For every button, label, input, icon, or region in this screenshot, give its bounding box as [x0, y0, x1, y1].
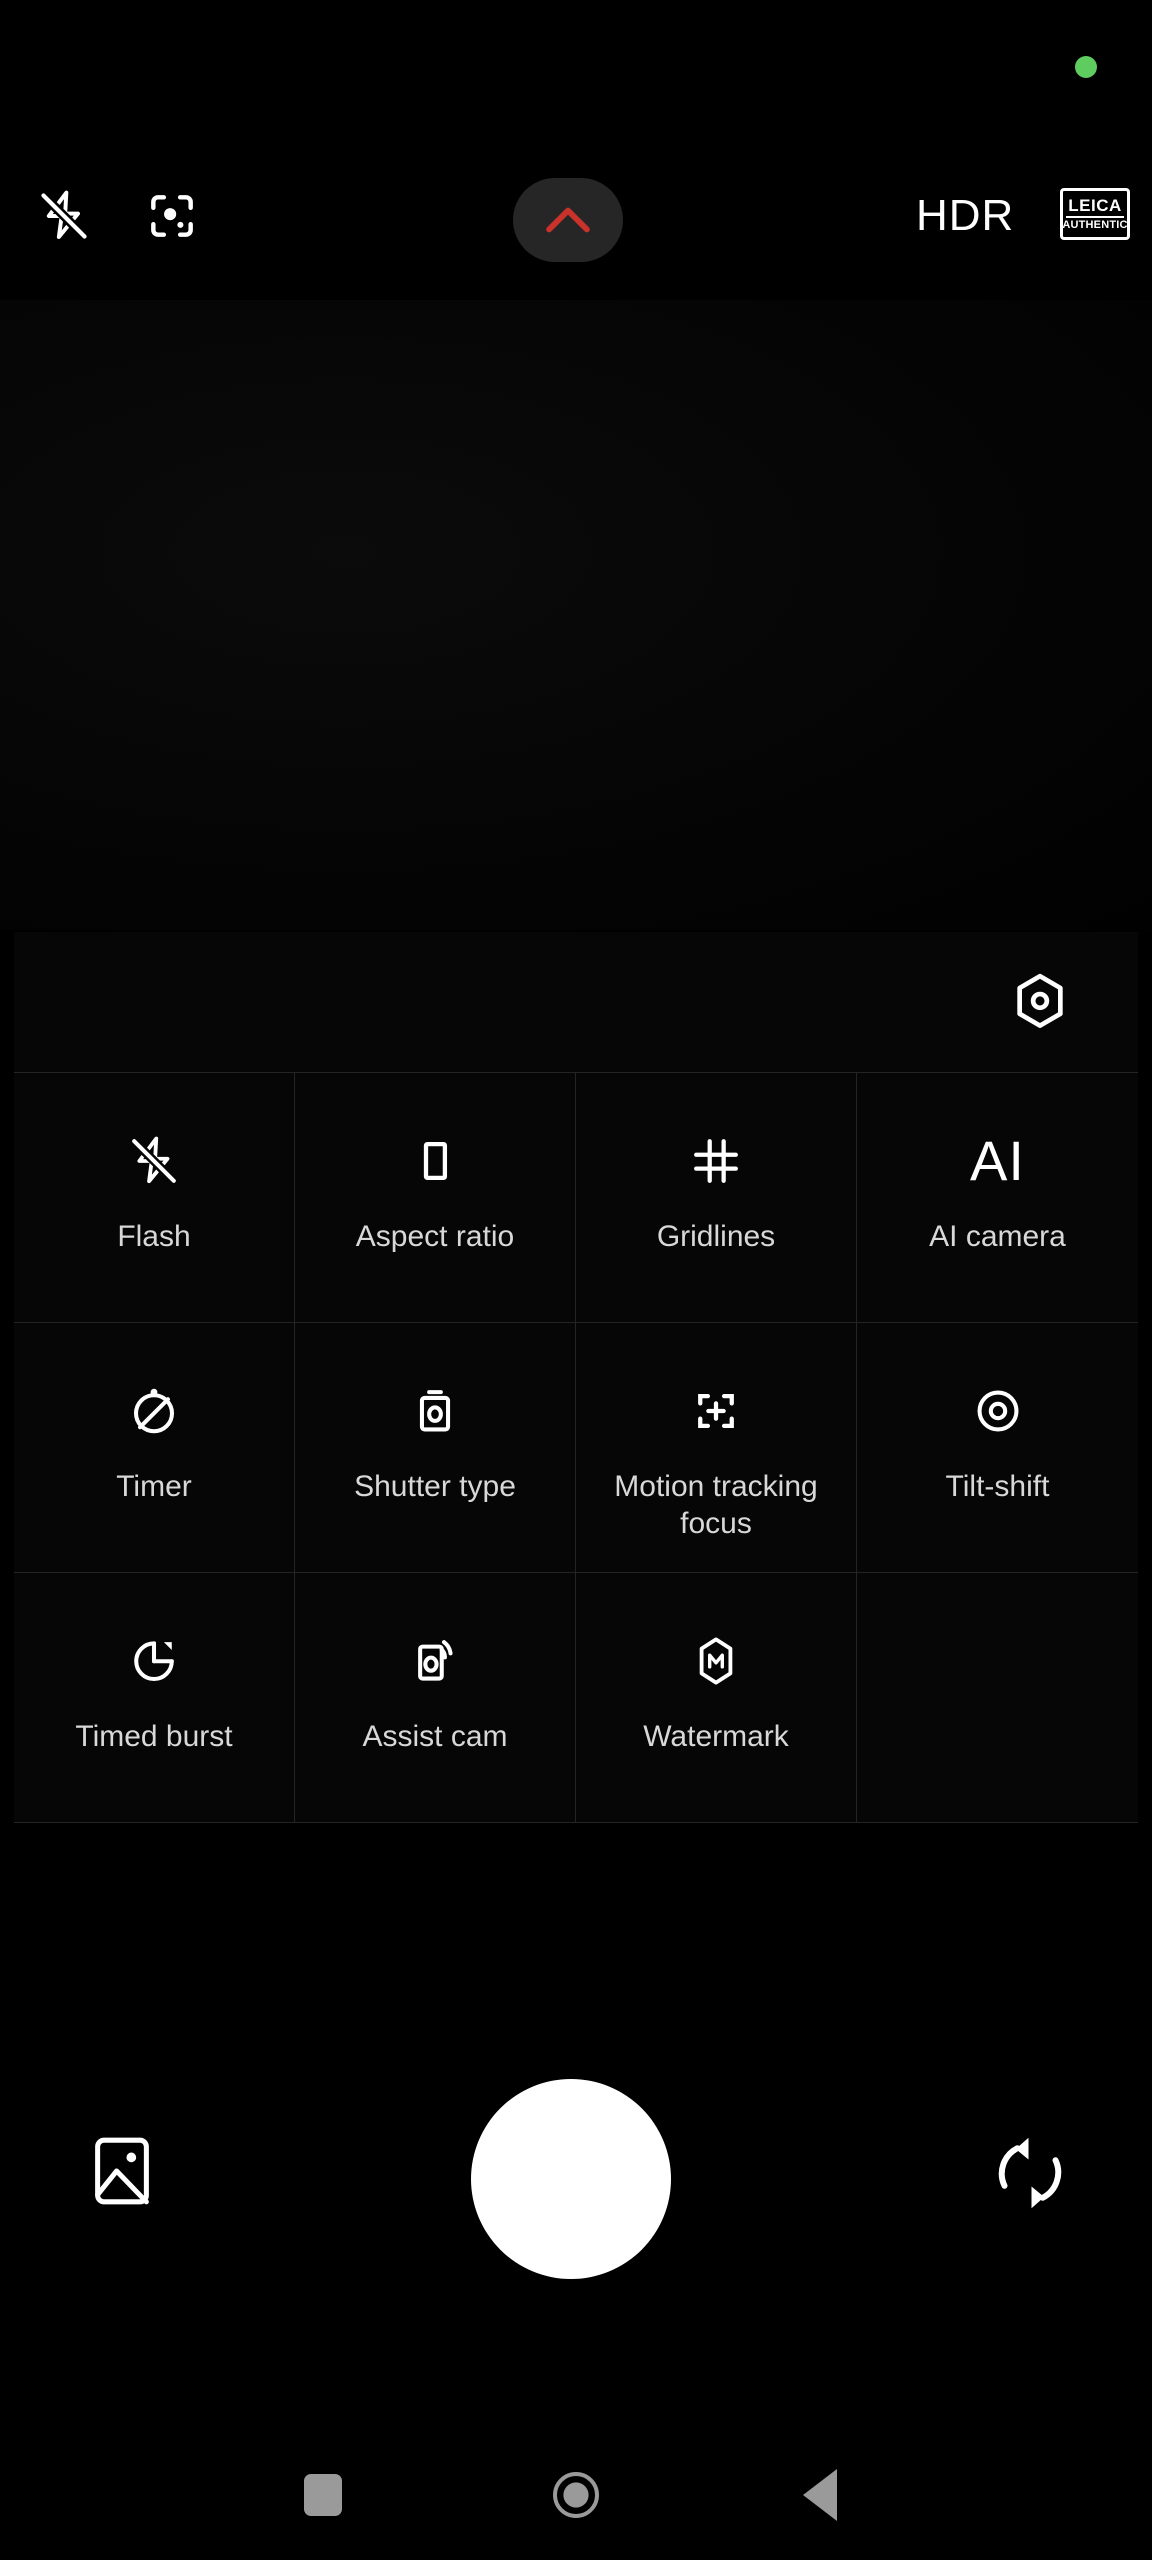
setting-timer[interactable]: Timer — [14, 1323, 295, 1573]
settings-panel-header — [14, 932, 1138, 1072]
hdr-toggle[interactable]: HDR — [916, 184, 1014, 248]
flash-off-icon — [127, 1123, 181, 1199]
setting-ai-camera[interactable]: AI AI camera — [857, 1073, 1138, 1323]
ai-scan-icon[interactable] — [140, 184, 204, 248]
timed-burst-icon — [127, 1623, 181, 1699]
camera-app-screen: HDR LEICA AUTHENTIC Flash Aspect ratio G… — [0, 0, 1152, 2560]
setting-label: Gridlines — [656, 1220, 776, 1253]
motion-tracking-focus-icon — [689, 1373, 743, 1449]
setting-tilt-shift[interactable]: Tilt-shift — [857, 1323, 1138, 1573]
recents-square-icon[interactable] — [263, 2430, 383, 2560]
setting-label: Flash — [117, 1220, 191, 1253]
setting-flash[interactable]: Flash — [14, 1073, 295, 1323]
camera-flip-icon[interactable] — [982, 2125, 1078, 2221]
setting-motion-tracking-focus[interactable]: Motion tracking focus — [576, 1323, 857, 1573]
setting-aspect-ratio[interactable]: Aspect ratio — [295, 1073, 576, 1323]
assist-cam-icon — [408, 1623, 462, 1699]
setting-label: Motion tracking focus — [614, 1470, 818, 1540]
setting-label: Shutter type — [354, 1470, 516, 1503]
flash-off-icon[interactable] — [32, 184, 96, 248]
setting-label: Aspect ratio — [355, 1220, 515, 1253]
leica-badge-subtitle: AUTHENTIC — [1062, 219, 1128, 231]
ai-text-icon: AI — [970, 1123, 1025, 1199]
expand-controls-button[interactable] — [513, 178, 623, 262]
camera-viewfinder[interactable] — [0, 300, 1152, 930]
setting-label: Watermark — [643, 1720, 789, 1753]
back-triangle-icon[interactable] — [760, 2430, 880, 2560]
leica-badge-brand: LEICA — [1066, 197, 1124, 218]
setting-empty-slot — [857, 1573, 1138, 1823]
rectangle-icon — [408, 1123, 462, 1199]
camera-in-use-indicator — [1075, 56, 1097, 78]
hexagon-settings-icon[interactable] — [1002, 964, 1078, 1040]
camera-top-bar: HDR LEICA AUTHENTIC — [0, 170, 1152, 270]
shutter-type-icon — [408, 1373, 462, 1449]
watermark-m-icon — [689, 1623, 743, 1699]
timer-off-icon — [127, 1373, 181, 1449]
android-navigation-bar — [0, 2430, 1152, 2560]
chevron-up-icon — [546, 207, 590, 233]
setting-shutter-type[interactable]: Shutter type — [295, 1323, 576, 1573]
shutter-button[interactable] — [471, 2079, 671, 2279]
setting-gridlines[interactable]: Gridlines — [576, 1073, 857, 1323]
setting-timed-burst[interactable]: Timed burst — [14, 1573, 295, 1823]
setting-label: AI camera — [929, 1220, 1066, 1253]
leica-authentic-badge: LEICA AUTHENTIC — [1060, 188, 1130, 240]
home-circle-icon[interactable] — [516, 2430, 636, 2560]
setting-watermark[interactable]: Watermark — [576, 1573, 857, 1823]
ai-icon-text: AI — [970, 1129, 1025, 1192]
camera-bottom-controls — [0, 2045, 1152, 2335]
setting-label: Timer — [116, 1470, 192, 1503]
tilt-shift-icon — [971, 1373, 1025, 1449]
settings-grid: Flash Aspect ratio Gridlines AI AI camer… — [14, 1072, 1138, 1823]
setting-assist-cam[interactable]: Assist cam — [295, 1573, 576, 1823]
gallery-thumbnail-icon[interactable] — [76, 2125, 168, 2217]
setting-label: Timed burst — [75, 1720, 233, 1753]
camera-settings-panel: Flash Aspect ratio Gridlines AI AI camer… — [14, 932, 1138, 1823]
grid-icon — [689, 1123, 743, 1199]
setting-label: Tilt-shift — [945, 1470, 1050, 1503]
setting-label: Assist cam — [362, 1720, 508, 1753]
